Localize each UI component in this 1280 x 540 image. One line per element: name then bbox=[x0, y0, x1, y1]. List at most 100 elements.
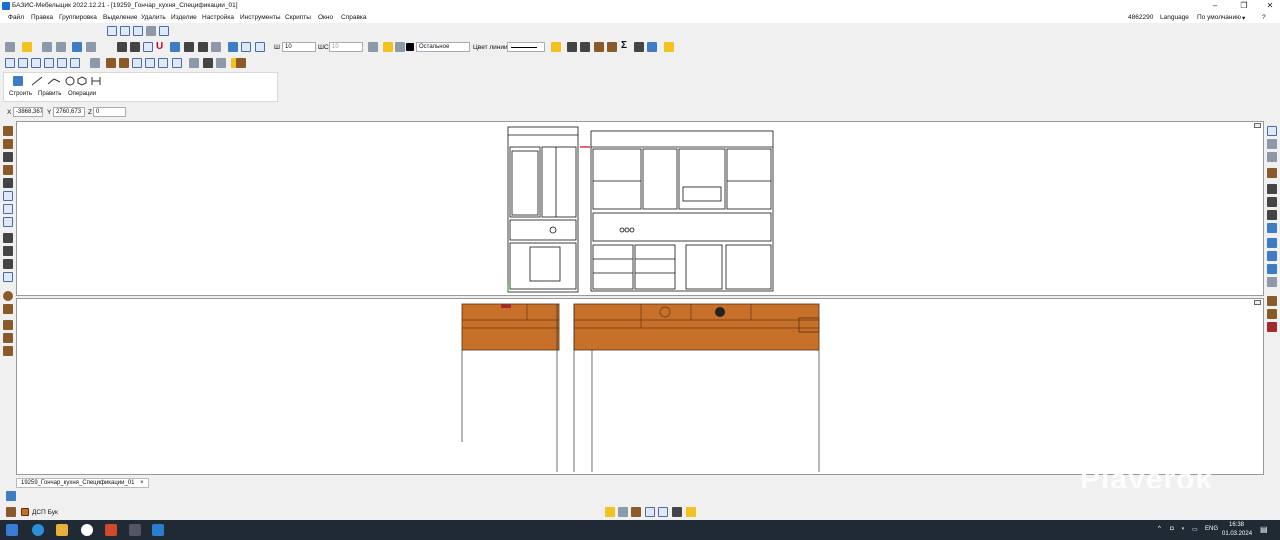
view-side-icon[interactable] bbox=[133, 26, 143, 36]
line-style-select[interactable] bbox=[507, 42, 545, 52]
undo-icon[interactable] bbox=[72, 42, 82, 52]
panel-box-icon[interactable] bbox=[70, 58, 80, 68]
tab-operations[interactable]: Операции bbox=[68, 91, 96, 97]
snap-points-icon[interactable] bbox=[117, 42, 127, 52]
box-brown-icon[interactable] bbox=[106, 58, 116, 68]
edge-icon[interactable] bbox=[3, 333, 13, 343]
view-iso-icon[interactable] bbox=[1267, 139, 1277, 149]
snap-grid-icon[interactable] bbox=[130, 42, 140, 52]
bed-3-icon[interactable] bbox=[1267, 210, 1277, 220]
facade-icon[interactable] bbox=[3, 246, 13, 256]
measure-icon[interactable] bbox=[211, 42, 221, 52]
status-tool-6-icon[interactable] bbox=[686, 507, 696, 517]
book-icon[interactable] bbox=[1267, 296, 1277, 306]
cursor-icon[interactable] bbox=[143, 42, 153, 52]
viewport-maximize-button[interactable] bbox=[1254, 123, 1261, 128]
rotate-icon[interactable] bbox=[90, 58, 100, 68]
battery-icon[interactable]: ▭ bbox=[1192, 526, 1198, 533]
settings-taskbar-icon[interactable] bbox=[129, 524, 141, 536]
panel-top-icon[interactable] bbox=[44, 58, 54, 68]
sum-icon[interactable]: Σ bbox=[621, 41, 631, 51]
status-tool-4-icon[interactable] bbox=[645, 507, 655, 517]
light-icon[interactable] bbox=[551, 42, 561, 52]
status-tool-2-icon[interactable] bbox=[618, 507, 628, 517]
bazis-taskbar-icon[interactable] bbox=[152, 524, 164, 536]
minimize-button[interactable]: – bbox=[1207, 1, 1223, 11]
document-tab[interactable]: 19259_Гончар_кухня_Спецификации_01 × bbox=[16, 478, 149, 488]
panel-back-icon[interactable] bbox=[57, 58, 67, 68]
panel-icon[interactable] bbox=[5, 58, 15, 68]
drawer-icon[interactable] bbox=[3, 191, 13, 201]
status-tool-5-icon[interactable] bbox=[672, 507, 682, 517]
close-button[interactable]: ✕ bbox=[1262, 1, 1278, 11]
no-icon[interactable] bbox=[203, 58, 213, 68]
menu-help[interactable]: Справка bbox=[341, 14, 367, 21]
viewport-front[interactable] bbox=[16, 121, 1264, 296]
clock-time[interactable]: 16:38 bbox=[1229, 522, 1244, 528]
open-folder-icon[interactable] bbox=[22, 42, 32, 52]
lightbulb-icon[interactable] bbox=[383, 42, 393, 52]
layout-dropdown[interactable]: По умолчанию bbox=[1197, 14, 1241, 21]
y-field[interactable]: 2760,673 bbox=[53, 107, 85, 117]
volume-icon[interactable]: ◖ bbox=[1181, 526, 1185, 532]
edge-browser-icon[interactable] bbox=[32, 524, 44, 536]
layer-icon[interactable] bbox=[228, 42, 238, 52]
cube-icon[interactable] bbox=[132, 58, 142, 68]
view-front-icon[interactable] bbox=[107, 26, 117, 36]
tool-icon[interactable] bbox=[580, 42, 590, 52]
grid-icon[interactable] bbox=[172, 58, 182, 68]
polyline-tool-icon[interactable] bbox=[47, 78, 61, 85]
windows-start-icon[interactable] bbox=[6, 524, 18, 536]
z-field[interactable]: 0 bbox=[93, 107, 126, 117]
notes-icon[interactable] bbox=[664, 42, 674, 52]
viewport-maximize-button-2[interactable] bbox=[1254, 300, 1261, 305]
bed-2-icon[interactable] bbox=[1267, 197, 1277, 207]
status-zoom-icon[interactable] bbox=[658, 507, 668, 517]
save-icon[interactable] bbox=[42, 42, 52, 52]
help-icon[interactable]: ? bbox=[1262, 14, 1266, 21]
menu-tools[interactable]: Инструменты bbox=[240, 14, 281, 21]
status-tool-3-icon[interactable] bbox=[631, 507, 641, 517]
shelf-icon[interactable] bbox=[3, 152, 13, 162]
arrow-diagonal-icon[interactable] bbox=[170, 42, 180, 52]
x-field[interactable]: -3868,367 bbox=[13, 107, 43, 117]
lock-icon[interactable] bbox=[395, 42, 405, 52]
object-icon[interactable] bbox=[1267, 168, 1277, 178]
select-object-icon[interactable] bbox=[241, 42, 251, 52]
material-panel-icon[interactable] bbox=[6, 507, 16, 517]
settings-icon[interactable] bbox=[216, 58, 226, 68]
view-iso-2-icon[interactable] bbox=[1267, 152, 1277, 162]
file-explorer-icon[interactable] bbox=[56, 524, 68, 536]
view-top-icon[interactable] bbox=[120, 26, 130, 36]
menu-product[interactable]: Изделие bbox=[171, 14, 197, 21]
profile-icon[interactable] bbox=[3, 233, 13, 243]
viewport-top[interactable] bbox=[16, 298, 1264, 475]
texture-panel-icon[interactable] bbox=[3, 320, 13, 330]
chair-2-icon[interactable] bbox=[1267, 277, 1277, 287]
cabinet-icon[interactable] bbox=[594, 42, 604, 52]
book-2-icon[interactable] bbox=[1267, 309, 1277, 319]
book-3-icon[interactable] bbox=[1267, 322, 1277, 332]
app-taskbar-icon[interactable] bbox=[105, 524, 117, 536]
texture-icon[interactable] bbox=[236, 58, 246, 68]
shs-field[interactable]: 10 bbox=[329, 42, 363, 52]
cursor-build-icon[interactable] bbox=[13, 76, 23, 86]
menu-grouping[interactable]: Группировка bbox=[59, 14, 97, 21]
circle-tool-icon[interactable] bbox=[65, 76, 75, 86]
panel-side-icon[interactable] bbox=[31, 58, 41, 68]
fastener-icon[interactable] bbox=[3, 291, 13, 301]
layer-select[interactable]: Остальное bbox=[416, 42, 470, 52]
cone-icon[interactable] bbox=[3, 304, 13, 314]
network-icon[interactable]: ◘ bbox=[1170, 526, 1174, 532]
joint-icon[interactable] bbox=[198, 42, 208, 52]
print-icon[interactable] bbox=[56, 42, 66, 52]
menu-delete[interactable]: Удалить bbox=[141, 14, 166, 21]
panel-tool-icon[interactable] bbox=[3, 126, 13, 136]
width-field[interactable]: 10 bbox=[282, 42, 316, 52]
printer-settings-icon[interactable] bbox=[368, 42, 378, 52]
arc-panel-icon[interactable] bbox=[3, 178, 13, 188]
status-tool-1-icon[interactable] bbox=[605, 507, 615, 517]
language-menu[interactable]: Language bbox=[1160, 14, 1189, 21]
menu-window[interactable]: Окно bbox=[318, 14, 333, 21]
handle-icon[interactable] bbox=[3, 259, 13, 269]
